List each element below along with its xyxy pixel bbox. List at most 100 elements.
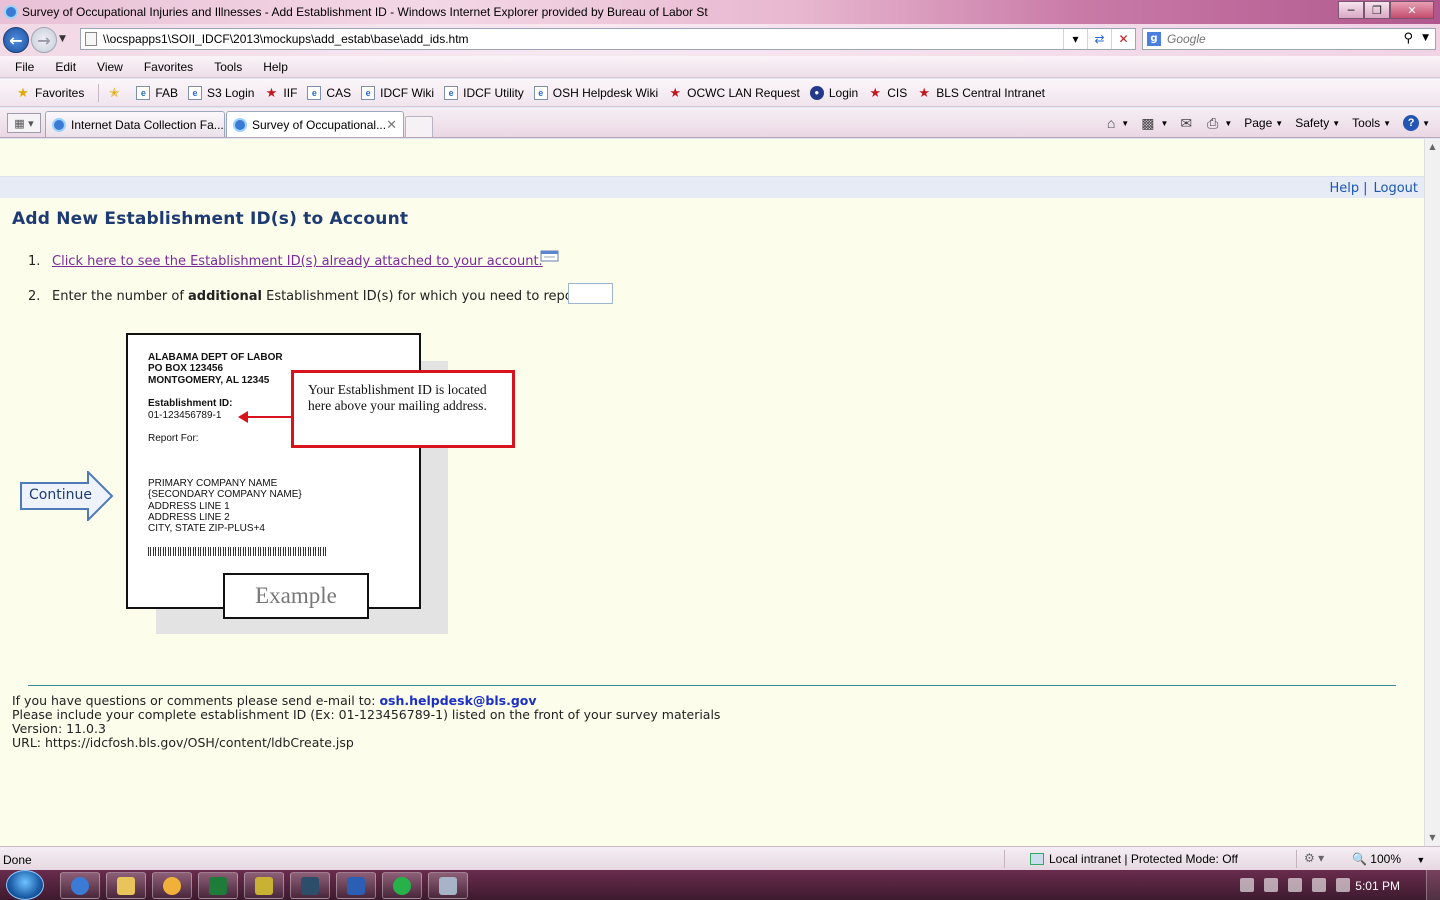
search-input[interactable] [1167,32,1397,46]
tray-security-icon[interactable] [1264,878,1278,892]
taskbar-spotify[interactable] [382,872,422,899]
feeds-button[interactable]: ▩ ▼ [1141,115,1168,132]
tab-internet-data-collection[interactable]: Internet Data Collection Fa... [45,111,225,137]
help-menu-button[interactable]: ? ▼ [1403,115,1430,131]
additional-ids-count-input[interactable] [568,283,613,304]
stop-icon[interactable]: ✕ [1111,29,1135,49]
example-city-state: CITY, STATE ZIP-PLUS+4 [148,523,265,534]
new-tab-button[interactable] [405,116,433,137]
clock[interactable]: 5:01 PM [1355,879,1400,893]
page-menu-button[interactable]: Page ▼ [1244,116,1283,130]
page-menu-label: Page [1244,116,1273,130]
menu-view[interactable]: View [94,60,126,74]
status-separator [1296,850,1297,868]
view-attached-ids-link[interactable]: Click here to see the Establishment ID(s… [52,254,543,269]
minimize-button[interactable]: ─ [1338,1,1364,19]
vertical-scrollbar[interactable]: ▲ ▼ [1424,139,1440,846]
new-window-icon[interactable] [540,248,560,262]
window-controls: ─ ❐ ✕ [1338,1,1434,19]
menu-edit[interactable]: Edit [52,60,79,74]
address-url[interactable]: \\ocspapps1\SOII_IDCF\2013\mockups\add_e… [103,32,469,46]
protected-mode-icon[interactable]: ⚙ ▾ [1304,851,1324,865]
step-number: 2. [28,289,41,304]
footer-divider [28,685,1396,686]
fav-link-cas[interactable]: e CAS [307,85,351,100]
start-button[interactable] [6,870,44,900]
fav-link-idcf-utility[interactable]: e IDCF Utility [444,85,524,100]
tools-menu-button[interactable]: Tools ▼ [1352,116,1391,130]
continue-button[interactable]: Continue [20,471,114,521]
continue-label: Continue [29,487,92,503]
fav-link-login[interactable]: ● Login [809,85,858,100]
address-toolbar: ← → ▼ \\ocspapps1\SOII_IDCF\2013\mockups… [0,24,1440,56]
security-zone[interactable]: Local intranet | Protected Mode: Off [1030,852,1238,866]
refresh-icon[interactable]: ⇄ [1087,29,1111,49]
recent-pages-dropdown-icon[interactable]: ▼ [59,34,66,44]
add-to-favorites-bar-button[interactable]: ✭ [107,84,126,100]
page-icon: e [188,85,203,100]
chevron-down-icon[interactable]: ▼ [1121,119,1129,128]
fav-link-s3-login[interactable]: e S3 Login [188,85,254,100]
read-mail-button[interactable]: ✉ [1180,115,1195,132]
command-bar: ⌂ ▼ ▩ ▼ ✉ ⎙ ▼ Page ▼ Safety ▼ Tools ▼ ? ▼ [1095,112,1430,134]
taskbar-outlook[interactable] [152,872,192,899]
close-window-button[interactable]: ✕ [1390,1,1434,19]
fav-link-iif[interactable]: ★ IIF [264,85,298,100]
callout-arrow-head [238,411,248,423]
tab-bar: ▦ ▾ Internet Data Collection Fa... Surve… [0,108,1440,138]
menu-favorites[interactable]: Favorites [141,60,196,74]
zoom-level[interactable]: 🔍 100% ▼ [1352,852,1425,866]
tray-app-icon[interactable] [1288,878,1302,892]
favorites-button[interactable]: ★ Favorites [16,85,84,100]
home-button[interactable]: ⌂ ▼ [1107,115,1129,131]
logout-link[interactable]: Logout [1373,181,1418,196]
taskbar-word[interactable] [336,872,376,899]
taskbar-explorer[interactable] [106,872,146,899]
fav-link-osh-helpdesk-wiki[interactable]: e OSH Helpdesk Wiki [533,85,658,100]
help-link[interactable]: Help [1329,181,1359,196]
taskbar-app[interactable] [428,872,468,899]
print-button[interactable]: ⎙ ▼ [1207,115,1232,132]
taskbar-ie[interactable] [60,872,100,899]
fav-link-idcf-wiki[interactable]: e IDCF Wiki [361,85,434,100]
back-button[interactable]: ← [3,27,29,53]
close-tab-icon[interactable]: ✕ [386,117,397,133]
maximize-button[interactable]: ❐ [1364,1,1390,19]
example-tag: Example [223,573,369,619]
fav-link-cis[interactable]: ★ CIS [868,85,907,100]
scroll-up-arrow[interactable]: ▲ [1425,139,1440,155]
helpdesk-email-link[interactable]: osh.helpdesk@bls.gov [379,693,536,708]
zoom-dropdown-icon[interactable]: ▼ [1416,855,1425,865]
safety-menu-label: Safety [1295,116,1330,130]
chevron-down-icon[interactable]: ▼ [1224,119,1232,128]
search-box[interactable]: g ⚲ ▼ [1142,28,1436,50]
forward-button[interactable]: → [31,27,57,53]
address-dropdown-icon[interactable]: ▾ [1063,29,1087,49]
search-icon[interactable]: ⚲ [1403,31,1413,46]
add-favorite-star-icon: ✭ [108,84,120,100]
tab-survey-of-occupational[interactable]: Survey of Occupational... ✕ [226,111,404,137]
window-title-bar[interactable]: Survey of Occupational Injuries and Illn… [0,0,1440,24]
address-bar[interactable]: \\ocspapps1\SOII_IDCF\2013\mockups\add_e… [80,28,1136,50]
fav-link-ocwc-lan-request[interactable]: ★ OCWC LAN Request [668,85,800,100]
tab-label: Survey of Occupational... [252,117,387,132]
safety-menu-button[interactable]: Safety ▼ [1295,116,1340,130]
search-options-dropdown-icon[interactable]: ▼ [1422,33,1429,43]
menu-file[interactable]: File [12,60,37,74]
taskbar-app[interactable] [244,872,284,899]
menu-help[interactable]: Help [260,60,291,74]
chevron-down-icon[interactable]: ▼ [1160,119,1168,128]
fav-link-fab[interactable]: e FAB [136,85,178,100]
footer-url: URL: https://idcfosh.bls.gov/OSH/content… [12,735,354,750]
quick-tabs-button[interactable]: ▦ ▾ [7,113,41,133]
footer-include-id: Please include your complete establishme… [12,707,721,722]
fav-link-bls-central-intranet[interactable]: ★ BLS Central Intranet [917,85,1045,100]
volume-icon[interactable] [1336,878,1350,892]
network-icon[interactable] [1312,878,1326,892]
scroll-down-arrow[interactable]: ▼ [1425,830,1440,846]
show-desktop-button[interactable] [1426,870,1440,900]
taskbar-excel[interactable] [198,872,238,899]
menu-tools[interactable]: Tools [211,60,245,74]
taskbar-app[interactable] [290,872,330,899]
tray-expand-icon[interactable] [1240,878,1254,892]
